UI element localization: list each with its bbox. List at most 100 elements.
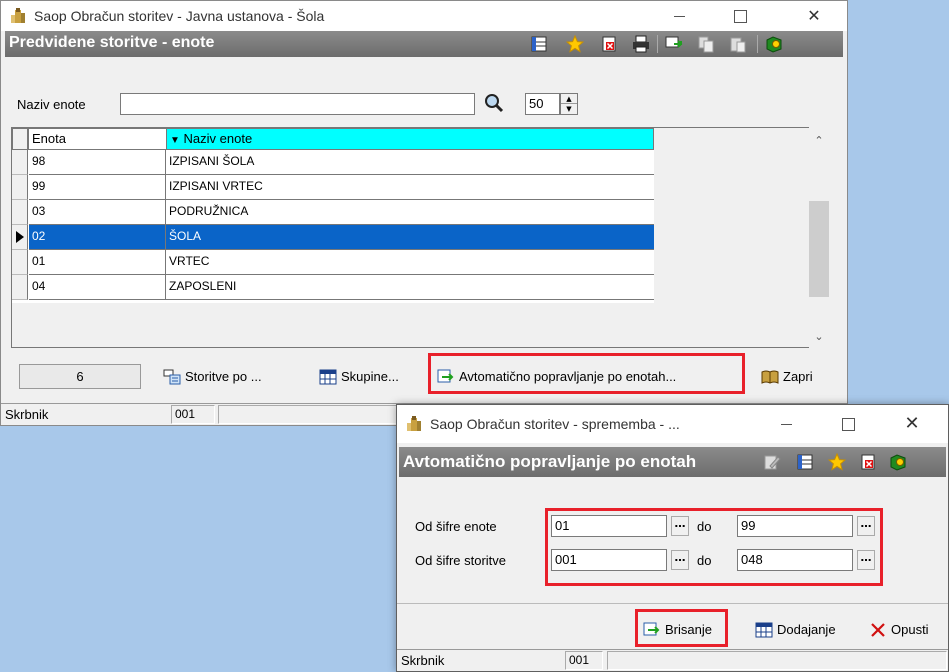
main-window-title: Saop Obračun storitev - Javna ustanova -… (34, 8, 325, 24)
row-indicator[interactable] (12, 225, 28, 250)
main-header-title: Predvidene storitve - enote (9, 34, 215, 51)
delete-icon[interactable] (600, 35, 618, 53)
zapri-button[interactable]: Zapri (761, 364, 831, 390)
current-row-pointer-icon (16, 231, 24, 243)
cell-naziv-enote[interactable]: IZPISANI VRTEC (166, 175, 654, 200)
cell-naziv-enote[interactable]: IZPISANI ŠOLA (166, 150, 654, 175)
scroll-down-icon[interactable]: ⌄ (809, 327, 829, 347)
table-row[interactable]: 04 ZAPOSLENI (12, 275, 654, 300)
cell-enota[interactable]: 01 (29, 250, 166, 275)
search-input[interactable] (120, 93, 475, 115)
grid-corner (12, 128, 28, 150)
dialog-titlebar[interactable]: Saop Obračun storitev - sprememba - ... … (397, 405, 948, 443)
delete-icon[interactable] (859, 453, 877, 471)
enota-to-lookup-button[interactable]: … (857, 516, 875, 536)
table-row[interactable]: 99 IZPISANI VRTEC (12, 175, 654, 200)
toolbar-separator (657, 35, 658, 53)
dialog-status-value: 001 (565, 651, 603, 670)
main-window: Saop Obračun storitev - Javna ustanova -… (0, 0, 848, 426)
enota-from-field[interactable]: 01 (551, 515, 667, 537)
enote-grid[interactable]: Enota ▼ Naziv enote 98 IZPISANI ŠOLA 99 IZP… (11, 127, 819, 348)
star-icon[interactable] (828, 453, 846, 471)
dialog-minimize-button[interactable] (764, 409, 810, 439)
copy-icon[interactable] (697, 35, 715, 53)
cell-enota[interactable]: 02 (29, 225, 166, 250)
dialog-status-bar: Skrbnik 001 (397, 649, 948, 671)
storitev-to-lookup-button[interactable]: … (857, 550, 875, 570)
scroll-up-icon[interactable]: ⌃ (809, 131, 829, 151)
storitev-from-field[interactable]: 001 (551, 549, 667, 571)
dialog-header-title: Avtomatično popravljanje po enotah (403, 452, 697, 471)
cell-naziv-enote[interactable]: VRTEC (166, 250, 654, 275)
print-icon[interactable] (632, 35, 650, 53)
row-indicator[interactable] (12, 150, 28, 175)
document-icon (163, 369, 181, 385)
columns-icon[interactable] (796, 453, 814, 471)
brisanje-button[interactable]: Brisanje (643, 617, 723, 643)
main-header-bar: Predvidene storitve - enote (5, 31, 843, 57)
status-value: 001 (171, 405, 215, 424)
dialog-close-button[interactable]: ✕ (889, 409, 935, 439)
table-row[interactable]: 98 IZPISANI ŠOLA (12, 150, 654, 175)
close-button[interactable]: ✕ (791, 1, 837, 31)
row-indicator[interactable] (12, 200, 28, 225)
skupine-button[interactable]: Skupine... (319, 364, 423, 390)
cell-enota[interactable]: 99 (29, 175, 166, 200)
cell-enota[interactable]: 04 (29, 275, 166, 300)
od-sifre-enote-label: Od šifre enote (415, 519, 497, 534)
edit-icon[interactable] (763, 453, 781, 471)
dialog-header-bar: Avtomatično popravljanje po enotah (399, 447, 946, 477)
minimize-button[interactable] (657, 1, 703, 31)
table-row[interactable]: 01 VRTEC (12, 250, 654, 275)
storitev-from-lookup-button[interactable]: … (671, 550, 689, 570)
avtomaticno-popravljanje-button[interactable]: Avtomatično popravljanje po enotah... (437, 364, 739, 390)
column-header-naziv-enote[interactable]: ▼ Naziv enote (166, 128, 654, 150)
close-x-icon: ✕ (904, 413, 920, 434)
opusti-button[interactable]: Opusti (869, 617, 945, 643)
enota-from-lookup-button[interactable]: … (671, 516, 689, 536)
row-indicator[interactable] (12, 275, 28, 300)
column-header-enota[interactable]: Enota (28, 128, 167, 150)
table-icon (319, 369, 337, 385)
enota-to-field[interactable]: 99 (737, 515, 853, 537)
sort-desc-icon: ▼ (170, 135, 180, 146)
cell-enota[interactable]: 98 (29, 150, 166, 175)
row-indicator[interactable] (12, 250, 28, 275)
cell-naziv-enote[interactable]: ŠOLA (166, 225, 654, 250)
spinner-down-icon[interactable]: ▼ (561, 104, 577, 114)
storitev-to-field[interactable]: 048 (737, 549, 853, 571)
row-limit-field[interactable]: 50 (525, 93, 560, 115)
help-icon[interactable] (889, 453, 907, 471)
grid-vertical-scrollbar[interactable]: ⌃ ⌄ (809, 127, 829, 348)
table-icon (755, 622, 773, 638)
main-titlebar[interactable]: Saop Obračun storitev - Javna ustanova -… (1, 1, 847, 31)
cancel-x-icon (871, 623, 885, 637)
dialog-status-panel (607, 651, 947, 670)
dialog-window: Saop Obračun storitev - sprememba - ... … (396, 404, 949, 672)
table-row[interactable]: 02 ŠOLA (12, 225, 654, 250)
storitve-po-button[interactable]: Storitve po ... (163, 364, 313, 390)
help-icon[interactable] (765, 35, 783, 53)
maximize-button[interactable] (717, 1, 763, 31)
row-limit-spinner[interactable]: ▲ ▼ (560, 93, 578, 115)
cell-enota[interactable]: 03 (29, 200, 166, 225)
dialog-maximize-button[interactable] (825, 409, 871, 439)
od-sifre-storitve-label: Od šifre storitve (415, 553, 507, 568)
paste-icon[interactable] (729, 35, 747, 53)
table-row[interactable]: 03 PODRUŽNICA (12, 200, 654, 225)
dialog-divider (397, 603, 948, 604)
dodajanje-button[interactable]: Dodajanje (755, 617, 855, 643)
spinner-up-icon[interactable]: ▲ (561, 94, 577, 104)
cell-naziv-enote[interactable]: ZAPOSLENI (166, 275, 654, 300)
row-indicator[interactable] (12, 175, 28, 200)
dialog-title: Saop Obračun storitev - sprememba - ... (430, 416, 680, 432)
status-panel (218, 405, 398, 424)
dialog-status-label: Skrbnik (401, 653, 445, 668)
star-icon[interactable] (566, 35, 584, 53)
cell-naziv-enote[interactable]: PODRUŽNICA (166, 200, 654, 225)
scrollbar-thumb[interactable] (809, 201, 829, 297)
export-icon[interactable] (665, 35, 683, 53)
search-icon[interactable] (484, 93, 504, 113)
columns-icon[interactable] (530, 35, 548, 53)
record-count: 6 (19, 364, 141, 389)
